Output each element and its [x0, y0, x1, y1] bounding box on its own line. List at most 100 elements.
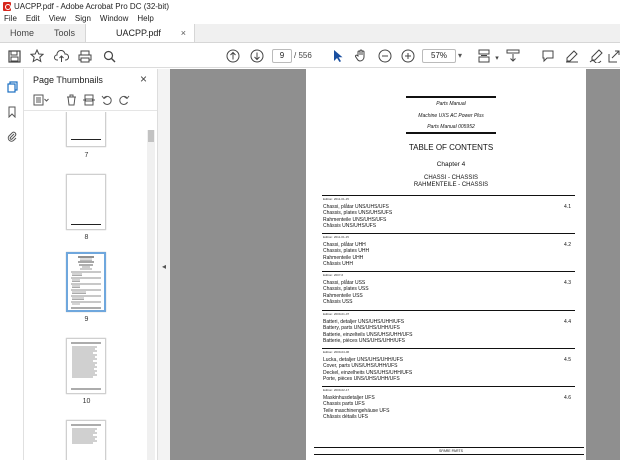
toc-section[interactable]: Edition: 2011-01-15 4.2 Chassi, plåtar U…: [322, 233, 575, 271]
acrobat-logo-icon: [3, 1, 11, 11]
zoom-in-icon[interactable]: [400, 48, 416, 64]
collapse-panel-icon[interactable]: ◂: [162, 262, 166, 271]
upload-cloud-icon[interactable]: [53, 48, 69, 64]
toc-section[interactable]: Edition: 2011-01-15 4.1 Chassi, plåtar U…: [322, 195, 575, 233]
header-line-1: Parts Manual: [436, 101, 466, 107]
header-line-3: Parts Manual 005952: [427, 124, 475, 130]
tab-close-icon[interactable]: ×: [181, 28, 186, 38]
thumbnail-page-8[interactable]: [66, 174, 106, 230]
zoom-out-icon[interactable]: [377, 48, 393, 64]
page-total: / 556: [294, 51, 312, 60]
section-edition: Edition: 2009-01-07: [323, 312, 350, 316]
panel-title: Page Thumbnails: [33, 75, 103, 85]
thumbnail-list[interactable]: 7 8 9 10: [24, 112, 157, 460]
highlight-pen-icon[interactable]: [564, 48, 580, 64]
bookmark-star-icon[interactable]: [29, 48, 45, 64]
header-rule-top: [406, 96, 496, 98]
thumbnail-scrollbar-thumb[interactable]: [148, 130, 154, 142]
window-title: UACPP.pdf - Adobe Acrobat Pro DC (32-bit…: [14, 1, 170, 11]
toc-title: TABLE OF CONTENTS: [408, 143, 494, 152]
attachments-icon[interactable]: [6, 130, 18, 142]
pdf-page: Parts Manual Machine UXS AC Power Plus P…: [306, 69, 586, 460]
thumbnail-options-icon[interactable]: [33, 94, 49, 109]
toc-section[interactable]: Edition: 2009-01-07 4.4 Batteri, detalje…: [322, 310, 575, 348]
section-page-number: 4.6: [564, 395, 571, 401]
zoom-dropdown-icon[interactable]: ▾: [458, 51, 462, 60]
toc-section[interactable]: Edition: 2007-6 4.3 Chassi, plåtar USS C…: [322, 271, 575, 310]
thumbnail-scrollbar[interactable]: [147, 130, 155, 460]
section-page-number: 4.5: [564, 357, 571, 363]
section-page-number: 4.3: [564, 280, 571, 286]
comment-icon[interactable]: [540, 48, 556, 64]
section-lines: Chassi, plåtar USS Chassis, plates USS R…: [323, 280, 369, 305]
rotate-clockwise-icon[interactable]: [118, 94, 130, 109]
print-icon[interactable]: [77, 48, 93, 64]
save-icon[interactable]: [6, 48, 22, 64]
thumbnail-page-11[interactable]: [66, 420, 106, 460]
tab-document-label: UACPP.pdf: [116, 28, 161, 38]
zoom-level-input[interactable]: 57%: [422, 49, 456, 63]
select-cursor-icon[interactable]: [330, 48, 346, 64]
page-display-dropdown-icon[interactable]: ▾: [489, 50, 505, 66]
footer-rule: [314, 447, 584, 448]
menu-help[interactable]: Help: [137, 14, 153, 23]
bookmarks-icon[interactable]: [6, 106, 18, 118]
thumbnail-label-7: 7: [84, 152, 89, 159]
tab-home[interactable]: Home: [0, 24, 44, 42]
previous-page-icon[interactable]: [225, 48, 241, 64]
rotate-counterclockwise-icon[interactable]: [101, 94, 113, 109]
footer-text: SPARE PARTS: [439, 449, 463, 453]
hand-tool-icon[interactable]: [353, 48, 369, 64]
thumbnail-page-10[interactable]: [66, 338, 106, 394]
section-lines: Batteri, detaljer UNS/UHS/UHH/UFS Batter…: [323, 319, 413, 344]
tab-document[interactable]: UACPP.pdf ×: [85, 24, 196, 42]
page-number-input[interactable]: 9: [272, 49, 292, 63]
page-thumbnails-panel: Page Thumbnails × 7 8 9 10: [24, 69, 157, 460]
share-icon[interactable]: [606, 48, 620, 64]
search-icon[interactable]: [101, 48, 117, 64]
title-bar: UACPP.pdf - Adobe Acrobat Pro DC (32-bit…: [0, 0, 620, 12]
chapter-subtitle-2: RAHMENTEILE - CHASSIS: [413, 182, 489, 188]
toc-section[interactable]: Edition: 2009-02-17 4.6 Maskinhusdetalje…: [322, 386, 575, 424]
section-edition: Edition: 2009-02-17: [323, 388, 350, 392]
menu-sign[interactable]: Sign: [75, 14, 91, 23]
section-page-number: 4.4: [564, 319, 571, 325]
section-edition: Edition: 2007-6: [323, 273, 344, 277]
menu-edit[interactable]: Edit: [26, 14, 40, 23]
chapter-heading: Chapter 4: [436, 161, 466, 168]
panel-toolbar: [24, 91, 157, 111]
section-lines: Lucka, detaljer UNS/UHS/UHH/UFS Cover, p…: [323, 357, 413, 382]
tab-tools[interactable]: Tools: [44, 24, 85, 42]
section-edition: Edition: 2011-01-15: [323, 235, 349, 239]
chapter-subtitle-1: CHASSI - CHASSIS: [423, 175, 478, 181]
header-rule-bottom: [406, 132, 496, 134]
page-thumbnails-icon[interactable]: [6, 81, 18, 93]
insert-page-icon[interactable]: [83, 94, 95, 109]
section-page-number: 4.1: [564, 204, 571, 210]
delete-page-icon[interactable]: [66, 94, 77, 109]
section-edition: Edition: 2011-01-15: [323, 197, 349, 201]
section-lines: Chassi, plåtar UNS/UHS/UFS Chassis, plat…: [323, 204, 393, 229]
scroll-mode-icon[interactable]: [505, 48, 521, 64]
thumbnail-page-7[interactable]: [66, 112, 106, 147]
section-lines: Maskinhusdetaljer UFS Chassis parts UFS …: [323, 395, 390, 420]
toc-section[interactable]: Edition: 2009-04-06 4.5 Lucka, detaljer …: [322, 348, 575, 386]
thumbnail-page-9[interactable]: [66, 252, 106, 312]
panel-close-icon[interactable]: ×: [140, 72, 147, 86]
menu-file[interactable]: File: [4, 14, 17, 23]
footer-rule-bottom: [314, 454, 584, 455]
menu-window[interactable]: Window: [100, 14, 128, 23]
document-viewer[interactable]: Parts Manual Machine UXS AC Power Plus P…: [170, 69, 620, 460]
section-page-number: 4.2: [564, 242, 571, 248]
thumbnail-label-9: 9: [84, 316, 89, 323]
thumbnail-label-10: 10: [82, 398, 91, 405]
menu-bar: File Edit View Sign Window Help: [0, 12, 620, 24]
next-page-icon[interactable]: [249, 48, 265, 64]
section-edition: Edition: 2009-04-06: [323, 350, 350, 354]
sign-icon[interactable]: [588, 48, 604, 64]
header-line-2: Machine UXS AC Power Plus: [418, 113, 484, 119]
thumbnail-label-8: 8: [84, 234, 89, 241]
menu-view[interactable]: View: [49, 14, 66, 23]
section-lines: Chassi, plåtar UHH Chassis, plates UHH R…: [323, 242, 370, 267]
tab-bar: Home Tools UACPP.pdf ×: [0, 24, 620, 43]
